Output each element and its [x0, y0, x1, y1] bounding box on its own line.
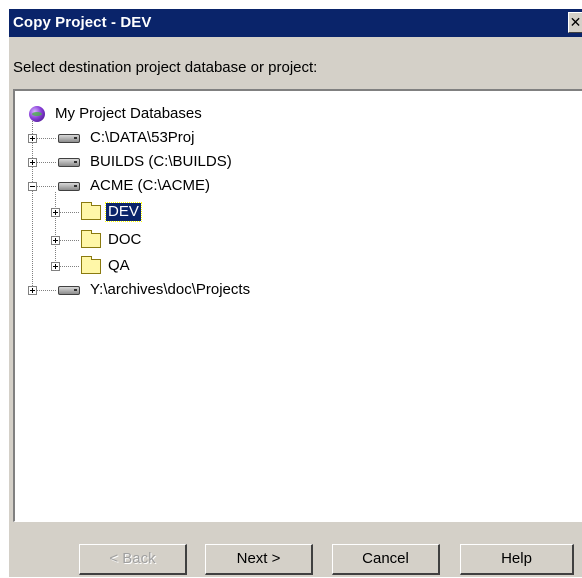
help-button[interactable]: Help — [460, 544, 574, 575]
tree-node-qa[interactable]: QA — [106, 255, 132, 277]
globe-icon — [29, 106, 45, 122]
project-tree[interactable]: My Project Databases C:\DATA\53Proj BUIL… — [13, 89, 582, 522]
tree-node-y-archives[interactable]: Y:\archives\doc\Projects — [88, 279, 252, 301]
tree-node-label: Y:\archives\doc\Projects — [90, 281, 251, 298]
tree-node-doc[interactable]: DOC — [106, 229, 143, 251]
folder-icon — [81, 202, 101, 220]
back-button[interactable]: < Back — [79, 544, 187, 575]
close-icon[interactable]: ✕ — [568, 12, 582, 33]
tree-node-builds[interactable]: BUILDS (C:\BUILDS) — [88, 151, 234, 173]
tree-root-label: My Project Databases — [55, 105, 202, 122]
expand-plus-icon[interactable] — [28, 158, 37, 167]
next-button[interactable]: Next > — [205, 544, 313, 575]
expand-plus-icon[interactable] — [28, 286, 37, 295]
expand-plus-icon[interactable] — [51, 208, 60, 217]
expand-plus-icon[interactable] — [51, 262, 60, 271]
title-bar[interactable]: Copy Project - DEV ✕ — [9, 9, 582, 37]
tree-node-label: ACME (C:\ACME) — [90, 177, 210, 194]
tree-node-label: DOC — [108, 231, 142, 248]
folder-icon — [81, 256, 101, 274]
instruction-text: Select destination project database or p… — [13, 59, 318, 76]
folder-icon — [81, 230, 101, 248]
tree-node-label: C:\DATA\53Proj — [90, 129, 195, 146]
expand-plus-icon[interactable] — [28, 134, 37, 143]
collapse-minus-icon[interactable] — [28, 182, 37, 191]
tree-node-dev[interactable]: DEV — [105, 201, 142, 223]
drive-icon — [58, 158, 80, 167]
cancel-button[interactable]: Cancel — [332, 544, 440, 575]
tree-node-data-53proj[interactable]: C:\DATA\53Proj — [88, 127, 196, 149]
window-title: Copy Project - DEV — [13, 14, 152, 31]
tree-node-label: QA — [108, 257, 130, 274]
expand-plus-icon[interactable] — [51, 236, 60, 245]
tree-node-acme[interactable]: ACME (C:\ACME) — [88, 175, 212, 197]
drive-icon — [58, 134, 80, 143]
tree-root-node[interactable]: My Project Databases — [29, 103, 204, 125]
tree-node-label-selected: DEV — [105, 202, 142, 222]
copy-project-dialog: Copy Project - DEV ✕ Select destination … — [8, 8, 582, 577]
drive-icon — [58, 286, 80, 295]
drive-icon — [58, 182, 80, 191]
tree-node-label: BUILDS (C:\BUILDS) — [90, 153, 232, 170]
button-bar: < Back Next > Cancel Help — [9, 528, 582, 578]
